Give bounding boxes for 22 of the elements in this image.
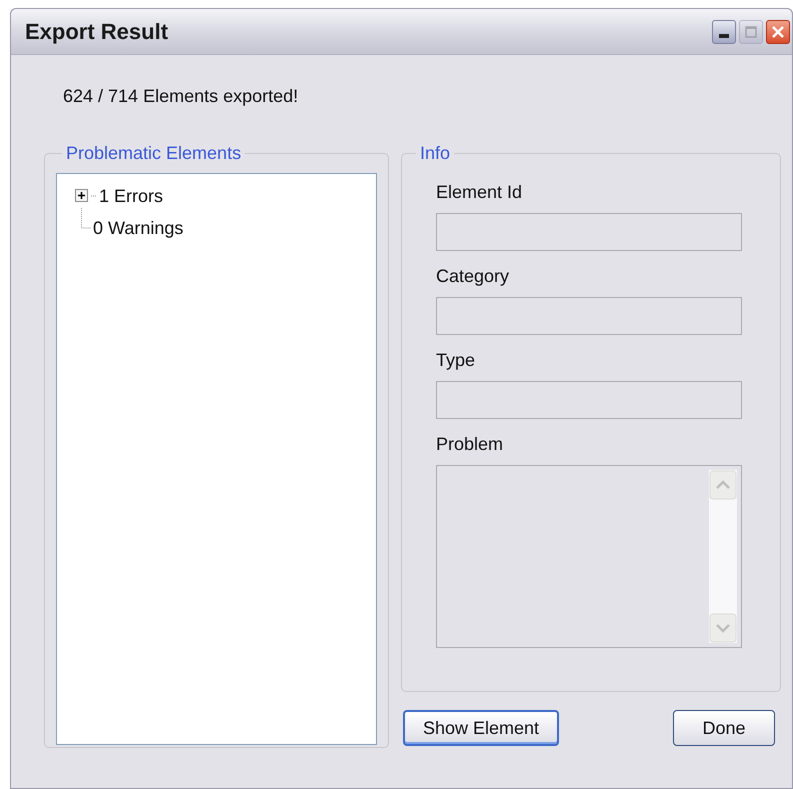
field-label: Element Id — [436, 181, 524, 204]
dialog-button[interactable]: Done — [673, 710, 775, 746]
tree-item[interactable]: 0 Warnings — [93, 214, 184, 242]
expand-icon[interactable] — [75, 189, 89, 203]
maximize-icon — [745, 26, 757, 38]
scroll-up-icon[interactable] — [709, 470, 737, 500]
group-title: Info — [419, 142, 452, 165]
dialog-button[interactable]: Show Element — [403, 710, 560, 746]
scroll-down-icon[interactable] — [709, 613, 737, 643]
window-title: Export Result — [25, 18, 170, 46]
close-icon — [772, 26, 784, 38]
close-button[interactable] — [766, 20, 790, 44]
tree-item[interactable]: 1 Errors — [99, 182, 164, 210]
field-label: Type — [436, 349, 476, 372]
minimize-icon — [719, 34, 729, 38]
minimize-button[interactable] — [712, 20, 736, 44]
group-title: Problematic Elements — [65, 142, 242, 165]
export-summary: 624 / 714 Elements exported! — [63, 85, 300, 108]
problem-textarea[interactable] — [436, 465, 742, 648]
field-label: Category — [436, 265, 510, 288]
field-label: Problem — [436, 433, 504, 456]
tree-line-icon — [91, 195, 97, 197]
